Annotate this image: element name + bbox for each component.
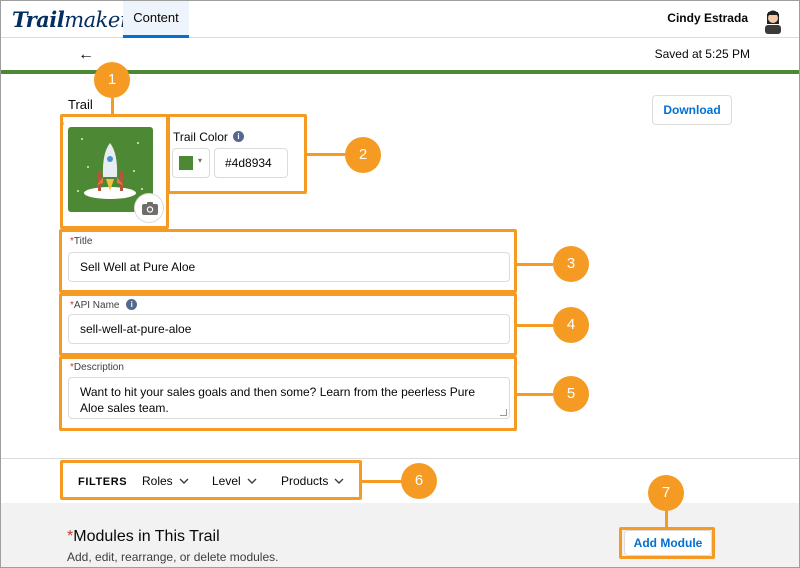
callout-highlight-1 bbox=[60, 114, 169, 229]
callout-badge-7: 7 bbox=[648, 475, 684, 511]
callout-highlight-7 bbox=[619, 527, 715, 559]
user-name: Cindy Estrada bbox=[667, 11, 748, 25]
callout-badge-4: 4 bbox=[553, 307, 589, 343]
callout-badge-1: 1 bbox=[94, 62, 130, 98]
user-avatar[interactable] bbox=[762, 8, 784, 34]
callout-connector-4 bbox=[515, 324, 553, 327]
callout-connector-6 bbox=[360, 480, 402, 483]
top-bar: Trailmaker Content Cindy Estrada bbox=[0, 0, 800, 38]
callout-connector-2 bbox=[305, 153, 345, 156]
section-title-trail: Trail bbox=[68, 97, 93, 112]
callout-highlight-3 bbox=[59, 229, 517, 293]
callout-connector-1 bbox=[111, 98, 114, 115]
callout-connector-7 bbox=[665, 510, 668, 528]
back-arrow-icon[interactable]: ← bbox=[78, 46, 94, 64]
callout-highlight-5 bbox=[59, 356, 517, 431]
callout-badge-5: 5 bbox=[553, 376, 589, 412]
saved-status: Saved at 5:25 PM bbox=[654, 47, 750, 61]
modules-title: *Modules in This Trail bbox=[67, 528, 220, 545]
download-button[interactable]: Download bbox=[652, 95, 732, 125]
callout-highlight-4 bbox=[59, 293, 517, 356]
callout-highlight-2 bbox=[167, 114, 307, 194]
tab-content[interactable]: Content bbox=[123, 0, 189, 38]
trailmaker-logo[interactable]: Trailmaker bbox=[12, 7, 130, 32]
callout-highlight-6 bbox=[60, 460, 362, 500]
callout-connector-3 bbox=[515, 263, 553, 266]
modules-subtitle: Add, edit, rearrange, or delete modules. bbox=[67, 550, 279, 564]
callout-badge-3: 3 bbox=[553, 246, 589, 282]
callout-badge-6: 6 bbox=[401, 463, 437, 499]
callout-badge-2: 2 bbox=[345, 137, 381, 173]
callout-connector-5 bbox=[515, 393, 553, 396]
